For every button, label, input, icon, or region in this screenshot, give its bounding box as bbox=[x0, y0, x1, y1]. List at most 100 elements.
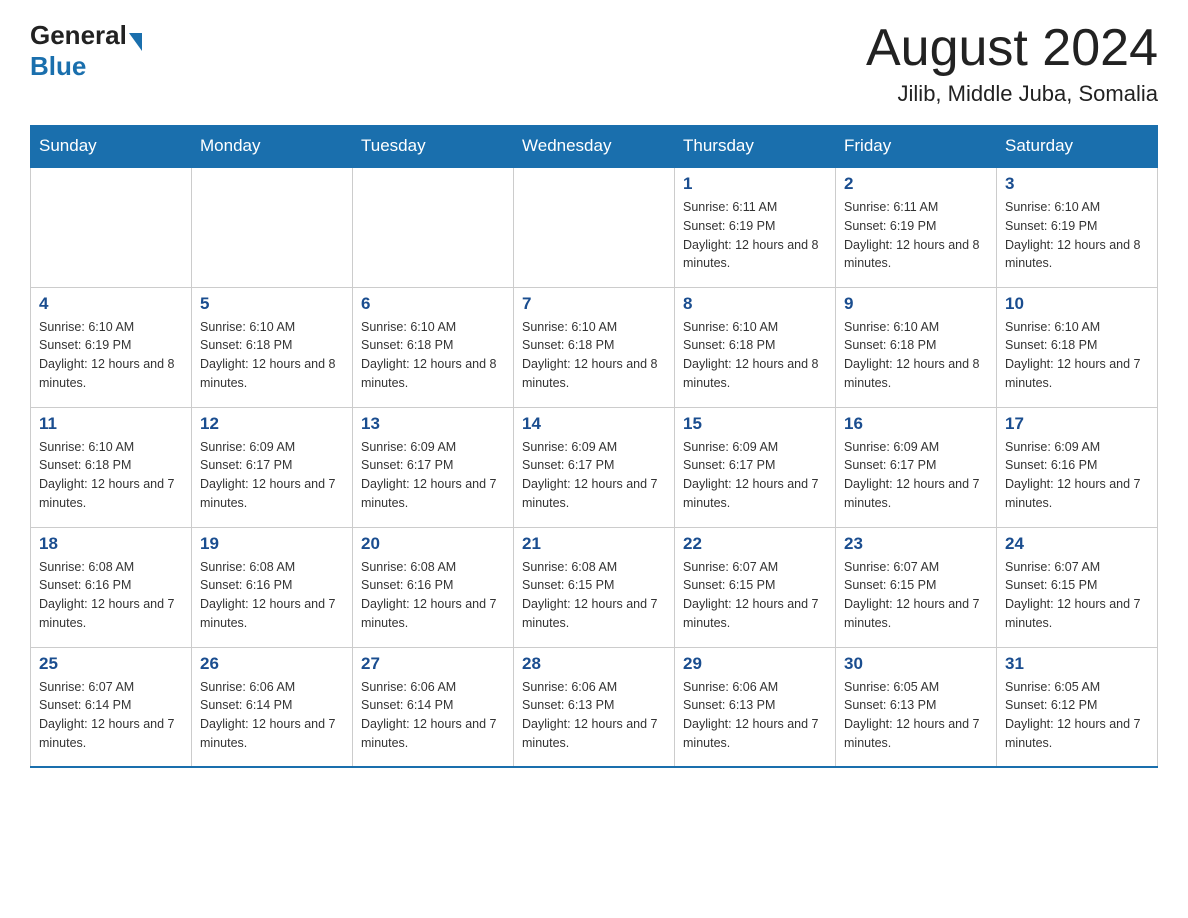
calendar-week-row: 25 Sunrise: 6:07 AMSunset: 6:14 PMDayligh… bbox=[31, 647, 1158, 767]
day-number: 25 bbox=[39, 654, 183, 674]
day-number: 27 bbox=[361, 654, 505, 674]
calendar-cell bbox=[31, 167, 192, 287]
day-info: Sunrise: 6:08 AMSunset: 6:16 PMDaylight:… bbox=[39, 558, 183, 633]
day-info: Sunrise: 6:07 AMSunset: 6:14 PMDaylight:… bbox=[39, 678, 183, 753]
day-info: Sunrise: 6:11 AMSunset: 6:19 PMDaylight:… bbox=[683, 198, 827, 273]
day-info: Sunrise: 6:09 AMSunset: 6:17 PMDaylight:… bbox=[200, 438, 344, 513]
day-number: 20 bbox=[361, 534, 505, 554]
calendar-day-header: Tuesday bbox=[353, 126, 514, 168]
day-info: Sunrise: 6:06 AMSunset: 6:13 PMDaylight:… bbox=[683, 678, 827, 753]
day-number: 15 bbox=[683, 414, 827, 434]
day-info: Sunrise: 6:10 AMSunset: 6:18 PMDaylight:… bbox=[1005, 318, 1149, 393]
calendar-cell: 4 Sunrise: 6:10 AMSunset: 6:19 PMDaylight… bbox=[31, 287, 192, 407]
calendar-cell: 16 Sunrise: 6:09 AMSunset: 6:17 PMDayligh… bbox=[836, 407, 997, 527]
calendar-cell: 19Sunrise: 6:08 AMSunset: 6:16 PMDayligh… bbox=[192, 527, 353, 647]
location-subtitle: Jilib, Middle Juba, Somalia bbox=[866, 81, 1158, 107]
day-number: 13 bbox=[361, 414, 505, 434]
day-number: 5 bbox=[200, 294, 344, 314]
day-number: 21 bbox=[522, 534, 666, 554]
calendar-cell: 9 Sunrise: 6:10 AMSunset: 6:18 PMDaylight… bbox=[836, 287, 997, 407]
calendar-cell: 24Sunrise: 6:07 AMSunset: 6:15 PMDayligh… bbox=[997, 527, 1158, 647]
day-info: Sunrise: 6:05 AMSunset: 6:13 PMDaylight:… bbox=[844, 678, 988, 753]
day-number: 23 bbox=[844, 534, 988, 554]
calendar-day-header: Saturday bbox=[997, 126, 1158, 168]
calendar-cell: 28Sunrise: 6:06 AMSunset: 6:13 PMDayligh… bbox=[514, 647, 675, 767]
day-info: Sunrise: 6:11 AMSunset: 6:19 PMDaylight:… bbox=[844, 198, 988, 273]
day-number: 22 bbox=[683, 534, 827, 554]
day-info: Sunrise: 6:09 AMSunset: 6:17 PMDaylight:… bbox=[683, 438, 827, 513]
calendar-cell bbox=[353, 167, 514, 287]
calendar-cell: 7 Sunrise: 6:10 AMSunset: 6:18 PMDaylight… bbox=[514, 287, 675, 407]
calendar-cell: 31 Sunrise: 6:05 AMSunset: 6:12 PMDayligh… bbox=[997, 647, 1158, 767]
day-number: 24 bbox=[1005, 534, 1149, 554]
calendar-week-row: 1 Sunrise: 6:11 AMSunset: 6:19 PMDaylight… bbox=[31, 167, 1158, 287]
calendar-header-row: SundayMondayTuesdayWednesdayThursdayFrid… bbox=[31, 126, 1158, 168]
day-info: Sunrise: 6:10 AMSunset: 6:18 PMDaylight:… bbox=[361, 318, 505, 393]
calendar-cell: 17 Sunrise: 6:09 AMSunset: 6:16 PMDayligh… bbox=[997, 407, 1158, 527]
calendar-table: SundayMondayTuesdayWednesdayThursdayFrid… bbox=[30, 125, 1158, 768]
day-number: 1 bbox=[683, 174, 827, 194]
logo-blue-text: Blue bbox=[30, 51, 86, 81]
calendar-cell: 22 Sunrise: 6:07 AMSunset: 6:15 PMDayligh… bbox=[675, 527, 836, 647]
page-header: General Blue August 2024 Jilib, Middle J… bbox=[30, 20, 1158, 107]
calendar-week-row: 11Sunrise: 6:10 AMSunset: 6:18 PMDayligh… bbox=[31, 407, 1158, 527]
day-info: Sunrise: 6:10 AMSunset: 6:19 PMDaylight:… bbox=[1005, 198, 1149, 273]
calendar-day-header: Thursday bbox=[675, 126, 836, 168]
day-number: 10 bbox=[1005, 294, 1149, 314]
day-info: Sunrise: 6:07 AMSunset: 6:15 PMDaylight:… bbox=[683, 558, 827, 633]
day-number: 31 bbox=[1005, 654, 1149, 674]
calendar-cell: 30 Sunrise: 6:05 AMSunset: 6:13 PMDayligh… bbox=[836, 647, 997, 767]
calendar-cell: 21 Sunrise: 6:08 AMSunset: 6:15 PMDayligh… bbox=[514, 527, 675, 647]
calendar-day-header: Sunday bbox=[31, 126, 192, 168]
day-info: Sunrise: 6:10 AMSunset: 6:18 PMDaylight:… bbox=[522, 318, 666, 393]
day-number: 26 bbox=[200, 654, 344, 674]
day-info: Sunrise: 6:08 AMSunset: 6:15 PMDaylight:… bbox=[522, 558, 666, 633]
day-info: Sunrise: 6:05 AMSunset: 6:12 PMDaylight:… bbox=[1005, 678, 1149, 753]
day-info: Sunrise: 6:09 AMSunset: 6:17 PMDaylight:… bbox=[522, 438, 666, 513]
day-number: 17 bbox=[1005, 414, 1149, 434]
calendar-cell: 14 Sunrise: 6:09 AMSunset: 6:17 PMDayligh… bbox=[514, 407, 675, 527]
calendar-cell bbox=[192, 167, 353, 287]
month-year-title: August 2024 bbox=[866, 20, 1158, 77]
calendar-cell bbox=[514, 167, 675, 287]
calendar-cell: 8 Sunrise: 6:10 AMSunset: 6:18 PMDaylight… bbox=[675, 287, 836, 407]
day-number: 16 bbox=[844, 414, 988, 434]
calendar-cell: 6Sunrise: 6:10 AMSunset: 6:18 PMDaylight… bbox=[353, 287, 514, 407]
day-number: 3 bbox=[1005, 174, 1149, 194]
day-info: Sunrise: 6:09 AMSunset: 6:16 PMDaylight:… bbox=[1005, 438, 1149, 513]
logo-arrow-icon bbox=[129, 33, 142, 51]
calendar-cell: 23 Sunrise: 6:07 AMSunset: 6:15 PMDayligh… bbox=[836, 527, 997, 647]
day-info: Sunrise: 6:10 AMSunset: 6:18 PMDaylight:… bbox=[844, 318, 988, 393]
day-number: 8 bbox=[683, 294, 827, 314]
calendar-cell: 29Sunrise: 6:06 AMSunset: 6:13 PMDayligh… bbox=[675, 647, 836, 767]
calendar-cell: 3 Sunrise: 6:10 AMSunset: 6:19 PMDaylight… bbox=[997, 167, 1158, 287]
day-number: 12 bbox=[200, 414, 344, 434]
day-info: Sunrise: 6:10 AMSunset: 6:18 PMDaylight:… bbox=[39, 438, 183, 513]
day-info: Sunrise: 6:10 AMSunset: 6:19 PMDaylight:… bbox=[39, 318, 183, 393]
calendar-cell: 13Sunrise: 6:09 AMSunset: 6:17 PMDayligh… bbox=[353, 407, 514, 527]
calendar-cell: 15 Sunrise: 6:09 AMSunset: 6:17 PMDayligh… bbox=[675, 407, 836, 527]
calendar-week-row: 18 Sunrise: 6:08 AMSunset: 6:16 PMDayligh… bbox=[31, 527, 1158, 647]
day-info: Sunrise: 6:07 AMSunset: 6:15 PMDaylight:… bbox=[844, 558, 988, 633]
calendar-cell: 18 Sunrise: 6:08 AMSunset: 6:16 PMDayligh… bbox=[31, 527, 192, 647]
day-number: 7 bbox=[522, 294, 666, 314]
calendar-day-header: Wednesday bbox=[514, 126, 675, 168]
calendar-cell: 2 Sunrise: 6:11 AMSunset: 6:19 PMDaylight… bbox=[836, 167, 997, 287]
logo-general-text: General bbox=[30, 20, 127, 51]
day-number: 14 bbox=[522, 414, 666, 434]
day-number: 18 bbox=[39, 534, 183, 554]
day-info: Sunrise: 6:10 AMSunset: 6:18 PMDaylight:… bbox=[683, 318, 827, 393]
calendar-cell: 25 Sunrise: 6:07 AMSunset: 6:14 PMDayligh… bbox=[31, 647, 192, 767]
day-info: Sunrise: 6:06 AMSunset: 6:14 PMDaylight:… bbox=[361, 678, 505, 753]
day-number: 2 bbox=[844, 174, 988, 194]
day-number: 4 bbox=[39, 294, 183, 314]
logo: General Blue bbox=[30, 20, 142, 82]
day-number: 9 bbox=[844, 294, 988, 314]
day-number: 19 bbox=[200, 534, 344, 554]
calendar-cell: 20Sunrise: 6:08 AMSunset: 6:16 PMDayligh… bbox=[353, 527, 514, 647]
calendar-day-header: Friday bbox=[836, 126, 997, 168]
day-info: Sunrise: 6:06 AMSunset: 6:14 PMDaylight:… bbox=[200, 678, 344, 753]
day-info: Sunrise: 6:09 AMSunset: 6:17 PMDaylight:… bbox=[844, 438, 988, 513]
day-info: Sunrise: 6:06 AMSunset: 6:13 PMDaylight:… bbox=[522, 678, 666, 753]
day-number: 30 bbox=[844, 654, 988, 674]
